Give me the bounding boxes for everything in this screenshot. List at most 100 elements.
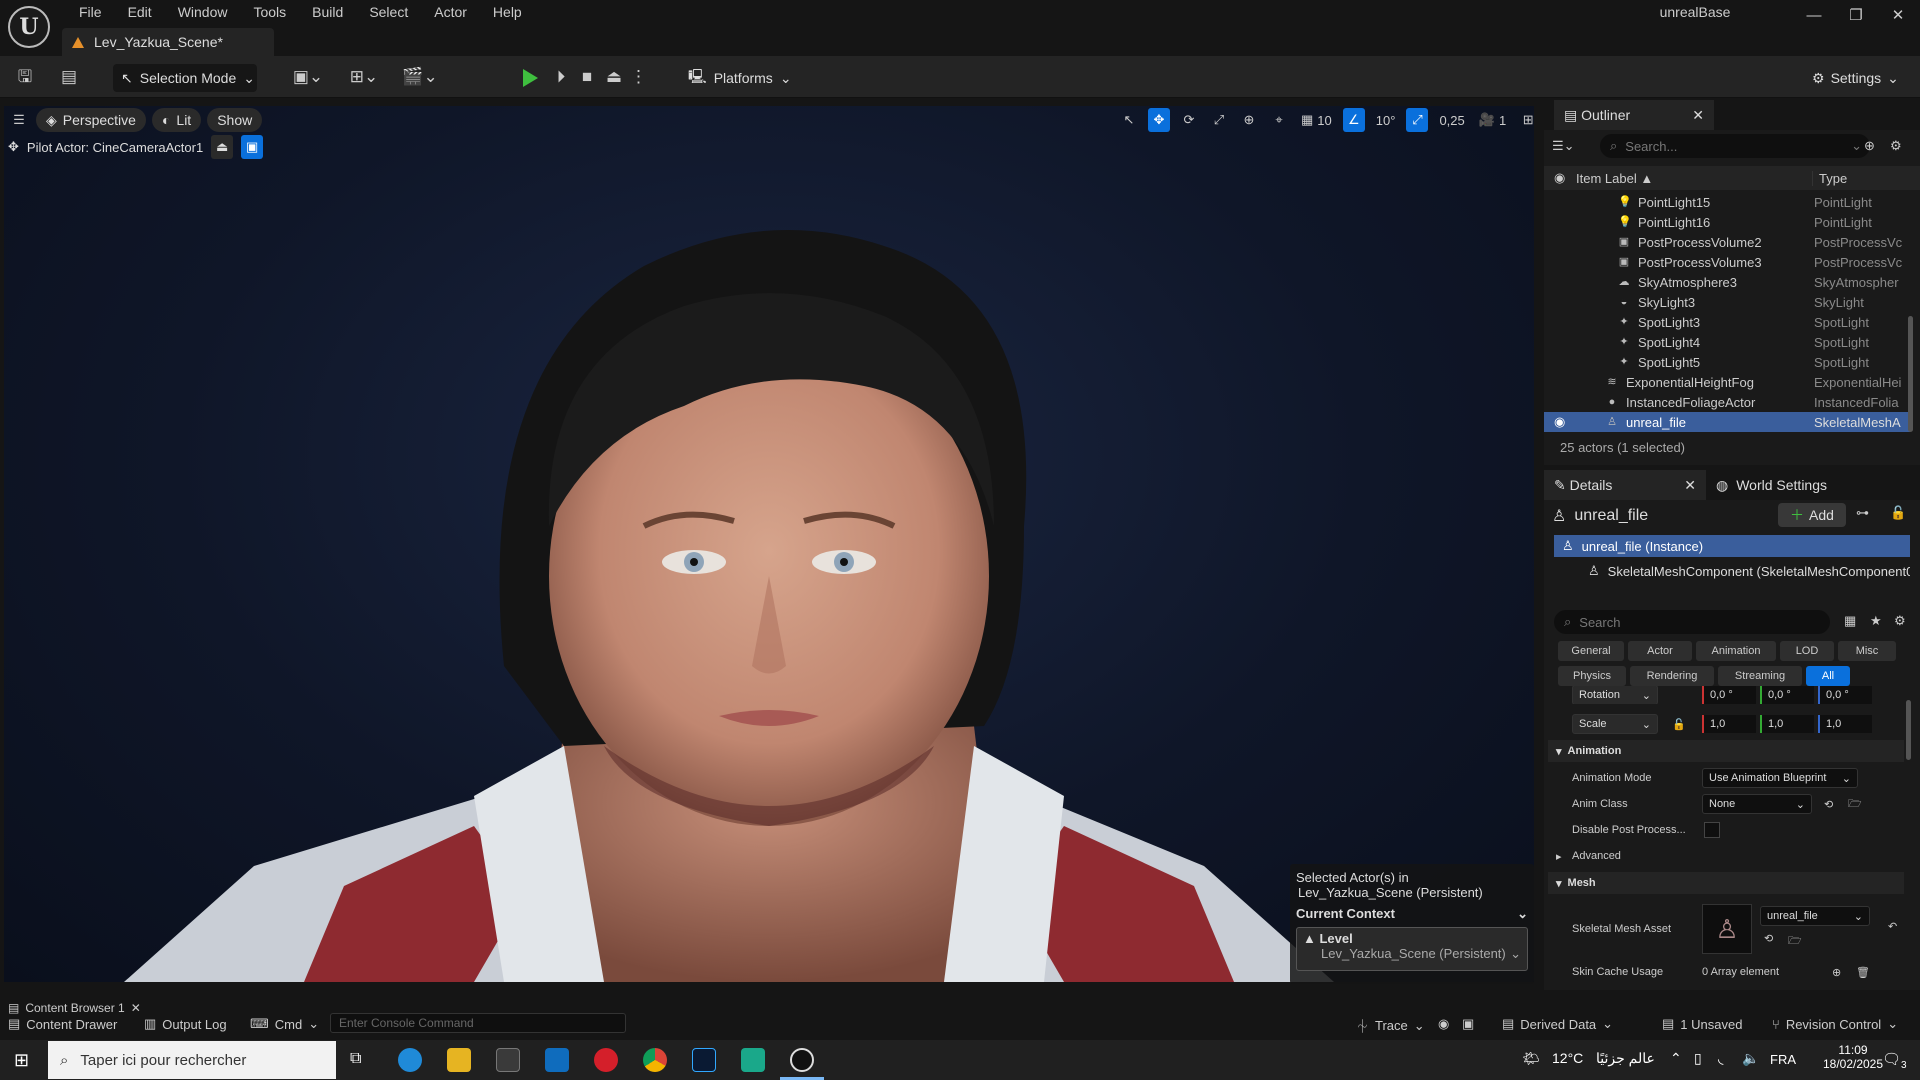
scale-lock-icon[interactable]: 🔓	[1672, 718, 1686, 731]
details-scrollbar[interactable]	[1906, 700, 1911, 760]
network-icon[interactable]: ◟	[1718, 1050, 1723, 1067]
restore-icon[interactable]: ❐	[1836, 4, 1876, 28]
browse-icon[interactable]: 🗁	[1848, 795, 1862, 814]
table-view-icon[interactable]: ▦	[1844, 613, 1856, 629]
perspective-button[interactable]: ◈ Perspective	[36, 108, 146, 132]
close-icon[interactable]: ✕	[1878, 4, 1918, 28]
more-options-icon[interactable]: ⋮	[630, 66, 647, 88]
item-label-column[interactable]: Item Label ▲	[1576, 171, 1653, 186]
scale-y-input[interactable]: 1,0	[1760, 715, 1814, 733]
details-search-input[interactable]: ⌕ Search	[1554, 610, 1830, 634]
translate-tool-icon[interactable]: ✥	[1148, 108, 1170, 132]
filter-actor[interactable]: Actor	[1628, 641, 1692, 661]
use-selected-icon[interactable]: ⟲	[1824, 798, 1833, 811]
browse-icon[interactable]: 🗁	[1788, 932, 1802, 951]
angle-snap-value[interactable]: 10°	[1373, 108, 1399, 132]
save-icon[interactable]: 🖫	[14, 66, 36, 88]
gear-icon[interactable]: ⚙	[1894, 613, 1906, 629]
step-icon[interactable]: ⏵	[550, 66, 572, 88]
skeletal-mesh-dropdown[interactable]: unreal_file ⌄	[1760, 906, 1870, 926]
play-icon[interactable]	[523, 69, 538, 87]
lock-icon[interactable]: 🔓	[1890, 505, 1906, 521]
content-drawer-button[interactable]: ▤ Content Drawer	[8, 1016, 117, 1032]
filter-streaming[interactable]: Streaming	[1718, 666, 1802, 686]
menu-tools[interactable]: Tools	[240, 0, 299, 24]
derived-data-dropdown[interactable]: ▤ Derived Data ⌄	[1502, 1016, 1613, 1032]
opera-icon[interactable]	[594, 1048, 618, 1072]
scale-z-input[interactable]: 1,0	[1818, 715, 1872, 733]
chevron-up-icon[interactable]: ⌃	[1670, 1050, 1682, 1067]
select-tool-icon[interactable]: ↖	[1118, 108, 1140, 132]
task-view-icon[interactable]: ⧉	[350, 1050, 361, 1068]
trace-dropdown[interactable]: ⏆ Trace ⌄	[1356, 1016, 1425, 1035]
world-settings-tab[interactable]: ◍ World Settings	[1706, 470, 1837, 500]
scale-dropdown[interactable]: Scale ⌄	[1572, 714, 1658, 734]
photoshop-icon[interactable]	[692, 1048, 716, 1072]
record-icon[interactable]: ◉	[1438, 1016, 1449, 1032]
outlook-icon[interactable]	[545, 1048, 569, 1072]
lit-button[interactable]: ◐ Lit	[151, 108, 202, 132]
outliner-row[interactable]: ✦ SpotLight5 SpotLight	[1544, 352, 1910, 372]
type-column[interactable]: Type	[1812, 170, 1847, 186]
outliner-row[interactable]: 💡 PointLight15 PointLight	[1544, 192, 1910, 212]
level-viewport[interactable]	[4, 106, 1534, 982]
current-context-header[interactable]: Current Context ⌄	[1296, 906, 1528, 922]
blueprint-convert-icon[interactable]: ⊶	[1856, 505, 1869, 521]
outliner-row[interactable]: ☁ SkyAtmosphere3 SkyAtmospher	[1544, 272, 1910, 292]
details-tab[interactable]: ✎ Details ✕	[1544, 470, 1706, 500]
filter-animation[interactable]: Animation	[1696, 641, 1776, 661]
rotation-z-input[interactable]: 0,0 °	[1818, 686, 1872, 704]
outliner-scrollbar[interactable]	[1908, 316, 1913, 432]
battery-icon[interactable]: ▯	[1694, 1050, 1702, 1067]
menu-edit[interactable]: Edit	[115, 0, 165, 24]
selection-mode-dropdown[interactable]: ↖ Selection Mode ⌄	[113, 64, 257, 92]
level-tab[interactable]: Lev_Yazkua_Scene*	[62, 28, 274, 56]
outliner-row[interactable]: ▣ PostProcessVolume2 PostProcessVc	[1544, 232, 1910, 252]
outliner-row[interactable]: ≋ ExponentialHeightFog ExponentialHei	[1544, 372, 1910, 392]
volume-icon[interactable]: 🔈	[1742, 1050, 1759, 1067]
add-component-button[interactable]: ＋ Add	[1778, 503, 1846, 527]
settings-button[interactable]: ⚙ Settings ⌄	[1812, 64, 1899, 92]
advanced-row[interactable]: ▸ Advanced	[1552, 844, 1904, 868]
scale-x-input[interactable]: 1,0	[1702, 715, 1756, 733]
weather-temp[interactable]: 12°C	[1552, 1050, 1583, 1066]
revision-control-dropdown[interactable]: ⑂ Revision Control ⌄	[1772, 1016, 1898, 1032]
visibility-icon[interactable]: ◉	[1554, 414, 1565, 430]
windows-start-icon[interactable]: ⊞	[14, 1050, 29, 1071]
menu-window[interactable]: Window	[165, 0, 241, 24]
stop-icon[interactable]: ■	[576, 66, 598, 88]
clock[interactable]: 11:09 18/02/2025	[1818, 1043, 1888, 1071]
hamburger-icon[interactable]: ☰	[8, 108, 30, 132]
scale-tool-icon[interactable]: ⤢	[1208, 108, 1230, 132]
close-tab-icon[interactable]: ✕	[131, 1001, 141, 1015]
context-level-selector[interactable]: ▲ Level Lev_Yazkua_Scene (Persistent) ⌄	[1296, 927, 1528, 971]
cmd-dropdown[interactable]: ⌨ Cmd ⌄	[250, 1016, 319, 1032]
filter-physics[interactable]: Physics	[1558, 666, 1626, 686]
chrome-icon[interactable]	[643, 1048, 667, 1072]
mesh-thumbnail[interactable]: ♙	[1702, 904, 1752, 954]
cinematics-icon[interactable]: 🎬⌄	[400, 66, 440, 88]
use-selected-icon[interactable]: ⟲	[1764, 932, 1773, 945]
eject-pilot-icon[interactable]: ⏏	[211, 135, 234, 159]
add-folder-icon[interactable]: ⊕	[1864, 138, 1875, 154]
anim-class-dropdown[interactable]: None ⌄	[1702, 794, 1812, 814]
platforms-dropdown[interactable]: 🖳 Platforms ⌄	[688, 64, 792, 92]
scale-snap-value[interactable]: 0,25	[1436, 108, 1467, 132]
world-space-icon[interactable]: ⊕	[1238, 108, 1260, 132]
close-tab-icon[interactable]: ✕	[1684, 477, 1696, 494]
unsaved-button[interactable]: ▤ 1 Unsaved	[1662, 1016, 1742, 1032]
language-indicator[interactable]: FRA	[1770, 1052, 1796, 1067]
content-browser-tab[interactable]: ▤ Content Browser 1 ✕	[8, 1001, 141, 1015]
add-actor-icon[interactable]: ▣⌄	[288, 66, 328, 88]
rotate-tool-icon[interactable]: ⟳	[1178, 108, 1200, 132]
close-tab-icon[interactable]: ✕	[1692, 107, 1704, 124]
filter-general[interactable]: General	[1558, 641, 1624, 661]
eject-icon[interactable]: ⏏	[603, 66, 625, 88]
animation-section-header[interactable]: ▾ Animation	[1548, 740, 1904, 762]
filter-all[interactable]: All	[1806, 666, 1850, 686]
content-browse-icon[interactable]: ▤	[58, 66, 80, 88]
filter-rendering[interactable]: Rendering	[1630, 666, 1714, 686]
filter-icon[interactable]: ☰⌄	[1552, 138, 1575, 154]
weather-icon[interactable]: 🌤	[1522, 1050, 1540, 1067]
camera-speed-button[interactable]: 🎥 1	[1476, 108, 1509, 132]
